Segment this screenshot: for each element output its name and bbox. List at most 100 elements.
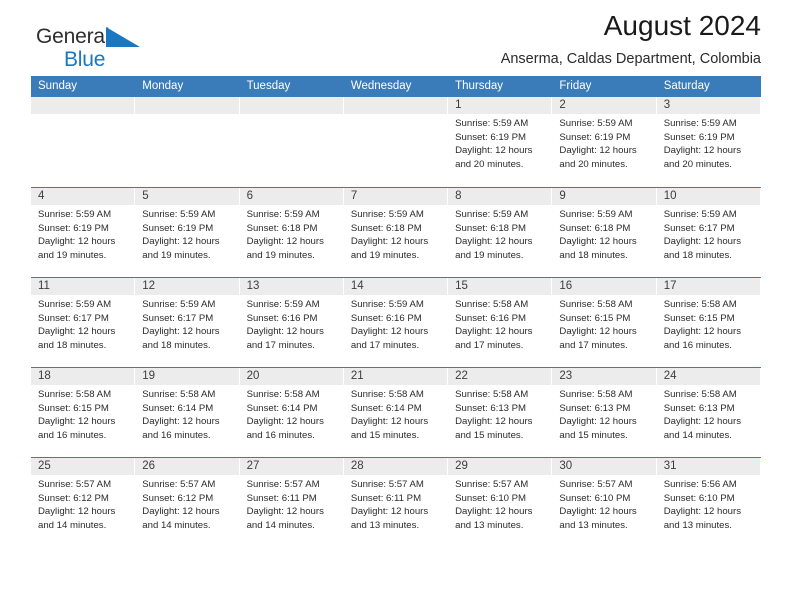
daylight-text-line1: Daylight: 12 hours (559, 145, 637, 157)
calendar-day-cell[interactable]: 31 Sunrise: 5:56 AM Sunset: 6:10 PM Dayligh… (656, 458, 761, 547)
sunset-text: Sunset: 6:17 PM (38, 312, 109, 324)
daylight-text-line2: and 14 minutes. (246, 519, 315, 531)
daylight-text-line1: Daylight: 12 hours (246, 326, 324, 338)
day-details: Sunrise: 5:58 AM Sunset: 6:14 PM Daylight:… (344, 385, 447, 442)
calendar-day-cell[interactable]: 1 Sunrise: 5:59 AM Sunset: 6:19 PM Daylight… (448, 97, 553, 187)
calendar-day-cell[interactable]: 2 Sunrise: 5:59 AM Sunset: 6:19 PM Daylight… (552, 97, 657, 187)
calendar-day-cell[interactable]: 27 Sunrise: 5:57 AM Sunset: 6:11 PM Dayligh… (239, 458, 344, 547)
sunrise-text: Sunrise: 5:59 AM (455, 209, 529, 220)
daylight-text-line2: and 17 minutes. (455, 339, 524, 351)
sunset-text: Sunset: 6:10 PM (663, 492, 735, 504)
day-number: 6 (239, 188, 343, 205)
calendar-day-cell[interactable]: 18 Sunrise: 5:58 AM Sunset: 6:15 PM Dayligh… (31, 368, 136, 457)
sunset-text: Sunset: 6:16 PM (350, 312, 422, 324)
daylight-text-line2: and 19 minutes. (350, 249, 420, 261)
sunset-text: Sunset: 6:13 PM (455, 402, 527, 414)
calendar-day-cell[interactable]: 5 Sunrise: 5:59 AM Sunset: 6:19 PM Daylight… (135, 188, 240, 277)
calendar-day-cell[interactable]: 8 Sunrise: 5:59 AM Sunset: 6:18 PM Daylight… (448, 188, 553, 277)
calendar-day-cell[interactable]: 7 Sunrise: 5:59 AM Sunset: 6:18 PM Daylight… (343, 188, 449, 277)
calendar-day-cell[interactable]: 29 Sunrise: 5:57 AM Sunset: 6:10 PM Dayligh… (448, 458, 553, 547)
day-number: 28 (343, 458, 448, 475)
day-number: 1 (448, 97, 552, 114)
day-number: 24 (656, 368, 760, 385)
day-details: Sunrise: 5:57 AM Sunset: 6:10 PM Daylight:… (552, 475, 655, 532)
weekday-header-wednesday: Wednesday (350, 80, 412, 92)
day-number: 17 (656, 278, 760, 295)
logo-triangle-icon (106, 26, 141, 51)
daylight-text-line1: Daylight: 12 hours (455, 236, 533, 248)
calendar-week-row: 4 Sunrise: 5:59 AM Sunset: 6:19 PM Daylight… (31, 187, 761, 277)
weekday-header-sunday: Sunday (38, 80, 78, 92)
daylight-text-line2: and 20 minutes. (663, 158, 732, 170)
calendar-day-cell[interactable]: 23 Sunrise: 5:58 AM Sunset: 6:13 PM Dayligh… (552, 368, 657, 457)
calendar-day-cell[interactable]: 16 Sunrise: 5:58 AM Sunset: 6:15 PM Dayligh… (552, 278, 657, 367)
calendar-day-cell[interactable]: 12 Sunrise: 5:59 AM Sunset: 6:17 PM Dayligh… (135, 278, 240, 367)
calendar-day-cell[interactable]: 24 Sunrise: 5:58 AM Sunset: 6:13 PM Dayligh… (656, 368, 761, 457)
calendar-day-cell[interactable]: 28 Sunrise: 5:57 AM Sunset: 6:11 PM Dayligh… (343, 458, 449, 547)
day-details: Sunrise: 5:57 AM Sunset: 6:11 PM Daylight:… (240, 475, 343, 532)
calendar-day-cell[interactable]: 14 Sunrise: 5:59 AM Sunset: 6:16 PM Dayligh… (343, 278, 449, 367)
calendar-day-cell[interactable]: 26 Sunrise: 5:57 AM Sunset: 6:12 PM Dayligh… (135, 458, 240, 547)
day-number: 31 (656, 458, 760, 475)
calendar-day-cell[interactable]: 20 Sunrise: 5:58 AM Sunset: 6:14 PM Dayligh… (239, 368, 344, 457)
day-details: Sunrise: 5:59 AM Sunset: 6:19 PM Daylight:… (657, 114, 760, 171)
calendar-day-cell[interactable]: 4 Sunrise: 5:59 AM Sunset: 6:19 PM Daylight… (31, 188, 136, 277)
sunset-text: Sunset: 6:10 PM (455, 492, 527, 504)
daylight-text-line1: Daylight: 12 hours (455, 506, 533, 518)
calendar-day-cell[interactable]: 15 Sunrise: 5:58 AM Sunset: 6:16 PM Dayligh… (448, 278, 553, 367)
day-details: Sunrise: 5:59 AM Sunset: 6:18 PM Daylight:… (448, 205, 551, 262)
day-number: 16 (552, 278, 656, 295)
calendar-week-row: 11 Sunrise: 5:59 AM Sunset: 6:17 PM Dayligh… (31, 277, 761, 367)
calendar-day-cell[interactable]: 19 Sunrise: 5:58 AM Sunset: 6:14 PM Dayligh… (135, 368, 240, 457)
daylight-text-line2: and 19 minutes. (455, 249, 524, 261)
sunset-text: Sunset: 6:19 PM (38, 222, 109, 234)
day-number (343, 97, 448, 114)
sunset-text: Sunset: 6:19 PM (142, 222, 214, 234)
sunrise-text: Sunrise: 5:58 AM (455, 389, 529, 400)
sunset-text: Sunset: 6:12 PM (142, 492, 214, 504)
calendar-day-cell-empty (135, 97, 240, 187)
daylight-text-line2: and 14 minutes. (142, 519, 211, 531)
daylight-text-line2: and 17 minutes. (350, 339, 420, 351)
day-details: Sunrise: 5:57 AM Sunset: 6:10 PM Daylight:… (448, 475, 551, 532)
daylight-text-line2: and 14 minutes. (663, 429, 732, 441)
day-number: 25 (31, 458, 135, 475)
sunrise-text: Sunrise: 5:58 AM (246, 389, 320, 400)
calendar-day-cell[interactable]: 13 Sunrise: 5:59 AM Sunset: 6:16 PM Dayligh… (239, 278, 344, 367)
daylight-text-line1: Daylight: 12 hours (246, 236, 324, 248)
sunset-text: Sunset: 6:11 PM (246, 492, 317, 504)
day-number: 12 (135, 278, 239, 295)
calendar-day-cell[interactable]: 11 Sunrise: 5:59 AM Sunset: 6:17 PM Dayligh… (31, 278, 136, 367)
sunset-text: Sunset: 6:16 PM (246, 312, 318, 324)
sunset-text: Sunset: 6:15 PM (559, 312, 631, 324)
day-number: 13 (239, 278, 343, 295)
calendar-day-cell[interactable]: 17 Sunrise: 5:58 AM Sunset: 6:15 PM Dayligh… (656, 278, 761, 367)
calendar-week-row: 1 Sunrise: 5:59 AM Sunset: 6:19 PM Daylight… (31, 97, 761, 187)
calendar-day-cell[interactable]: 22 Sunrise: 5:58 AM Sunset: 6:13 PM Dayligh… (448, 368, 553, 457)
calendar-day-cell[interactable]: 10 Sunrise: 5:59 AM Sunset: 6:17 PM Dayligh… (656, 188, 761, 277)
sunset-text: Sunset: 6:18 PM (559, 222, 631, 234)
sunset-text: Sunset: 6:17 PM (142, 312, 214, 324)
day-number: 5 (135, 188, 239, 205)
calendar-day-cell[interactable]: 21 Sunrise: 5:58 AM Sunset: 6:14 PM Dayligh… (343, 368, 449, 457)
weekday-header-friday: Friday (559, 80, 592, 92)
daylight-text-line2: and 16 minutes. (663, 339, 732, 351)
calendar-day-cell[interactable]: 3 Sunrise: 5:59 AM Sunset: 6:19 PM Daylight… (656, 97, 761, 187)
daylight-text-line1: Daylight: 12 hours (663, 416, 742, 428)
calendar-day-cell[interactable]: 25 Sunrise: 5:57 AM Sunset: 6:12 PM Dayligh… (31, 458, 136, 547)
general-blue-logo[interactable]: General Blue (36, 26, 141, 70)
calendar-day-cell[interactable]: 30 Sunrise: 5:57 AM Sunset: 6:10 PM Dayligh… (552, 458, 657, 547)
calendar-day-cell[interactable]: 9 Sunrise: 5:59 AM Sunset: 6:18 PM Daylight… (552, 188, 657, 277)
day-details: Sunrise: 5:57 AM Sunset: 6:11 PM Daylight:… (344, 475, 447, 532)
day-number: 4 (31, 188, 135, 205)
daylight-text-line1: Daylight: 12 hours (350, 326, 429, 338)
sunset-text: Sunset: 6:15 PM (663, 312, 735, 324)
day-details: Sunrise: 5:59 AM Sunset: 6:19 PM Daylight:… (31, 205, 134, 262)
sunrise-text: Sunrise: 5:59 AM (142, 209, 216, 220)
sunrise-text: Sunrise: 5:59 AM (350, 209, 424, 220)
calendar-day-cell-empty (31, 97, 136, 187)
daylight-text-line2: and 16 minutes. (142, 429, 211, 441)
calendar-day-cell[interactable]: 6 Sunrise: 5:59 AM Sunset: 6:18 PM Daylight… (239, 188, 344, 277)
daylight-text-line1: Daylight: 12 hours (38, 326, 116, 338)
daylight-text-line1: Daylight: 12 hours (142, 506, 220, 518)
